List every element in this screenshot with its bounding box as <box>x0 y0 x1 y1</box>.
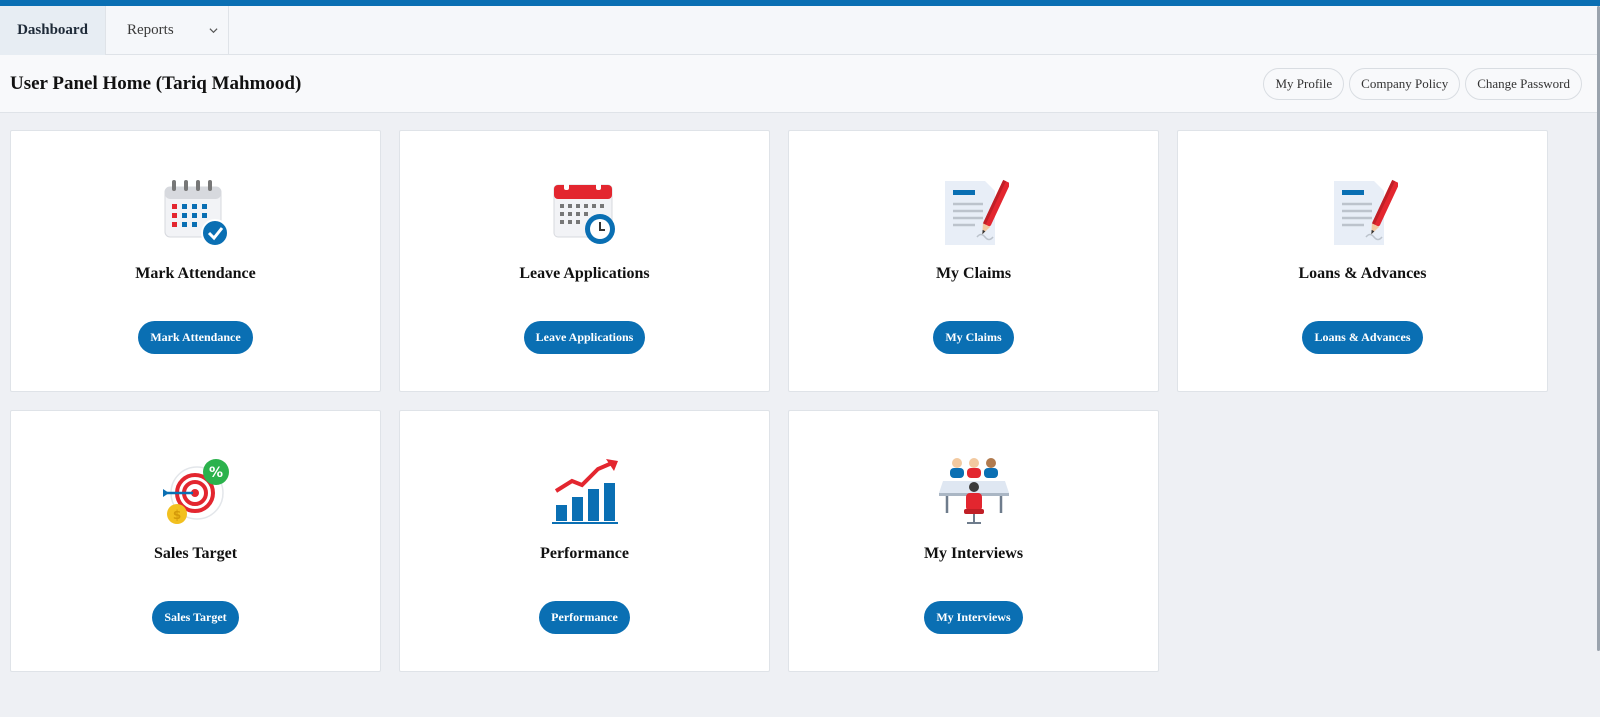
top-nav: Dashboard Reports <box>0 6 1600 55</box>
my-claims-button[interactable]: My Claims <box>933 321 1014 354</box>
tab-dashboard-label: Dashboard <box>17 22 88 38</box>
card-title: Performance <box>540 545 629 562</box>
card-performance: Performance Performance <box>399 410 770 672</box>
my-profile-button[interactable]: My Profile <box>1263 67 1345 100</box>
page-title: User Panel Home (Tariq Mahmood) <box>10 72 302 94</box>
target-icon: % $ <box>162 459 229 524</box>
tab-dashboard[interactable]: Dashboard <box>0 6 106 55</box>
card-leave-applications: Leave Applications Leave Applications <box>399 130 770 392</box>
module-grid: Mark Attendance Mark Attendance Leave Ap… <box>10 130 1548 672</box>
card-title: Mark Attendance <box>135 265 256 282</box>
svg-text:$: $ <box>172 508 180 522</box>
chevron-down-icon <box>209 28 218 34</box>
svg-text:%: % <box>208 465 222 481</box>
company-policy-button[interactable]: Company Policy <box>1349 67 1461 100</box>
card-my-claims: My Claims My Claims <box>788 130 1159 392</box>
calendar-check-icon <box>164 180 229 247</box>
my-interviews-button[interactable]: My Interviews <box>924 601 1023 634</box>
card-title: Sales Target <box>153 545 238 562</box>
card-mark-attendance: Mark Attendance Mark Attendance <box>10 130 381 392</box>
growth-chart-icon <box>551 459 618 524</box>
mark-attendance-button[interactable]: Mark Attendance <box>138 321 253 354</box>
document-pen-icon <box>944 179 1009 245</box>
document-pen-icon <box>1333 179 1398 245</box>
card-title: My Interviews <box>923 545 1024 562</box>
interview-icon <box>938 458 1009 524</box>
card-loans-advances: Loans & Advances Loans & Advances <box>1177 130 1548 392</box>
card-sales-target: % $ Sales Target Sales Target <box>10 410 381 672</box>
card-title: My Claims <box>935 265 1012 282</box>
change-password-button[interactable]: Change Password <box>1465 67 1582 100</box>
page-header: User Panel Home (Tariq Mahmood) My Profi… <box>0 55 1600 113</box>
tab-reports-label: Reports <box>127 22 174 38</box>
performance-button[interactable]: Performance <box>539 601 630 634</box>
header-actions: My Profile Company Policy Change Passwor… <box>1263 67 1582 100</box>
leave-applications-button[interactable]: Leave Applications <box>523 321 646 354</box>
calendar-clock-icon <box>553 179 615 244</box>
card-title: Loans & Advances <box>1298 265 1427 282</box>
sales-target-button[interactable]: Sales Target <box>152 601 239 634</box>
card-my-interviews: My Interviews My Interviews <box>788 410 1159 672</box>
loans-advances-button[interactable]: Loans & Advances <box>1302 321 1423 354</box>
tab-reports[interactable]: Reports <box>106 6 229 55</box>
card-title: Leave Applications <box>519 265 650 282</box>
